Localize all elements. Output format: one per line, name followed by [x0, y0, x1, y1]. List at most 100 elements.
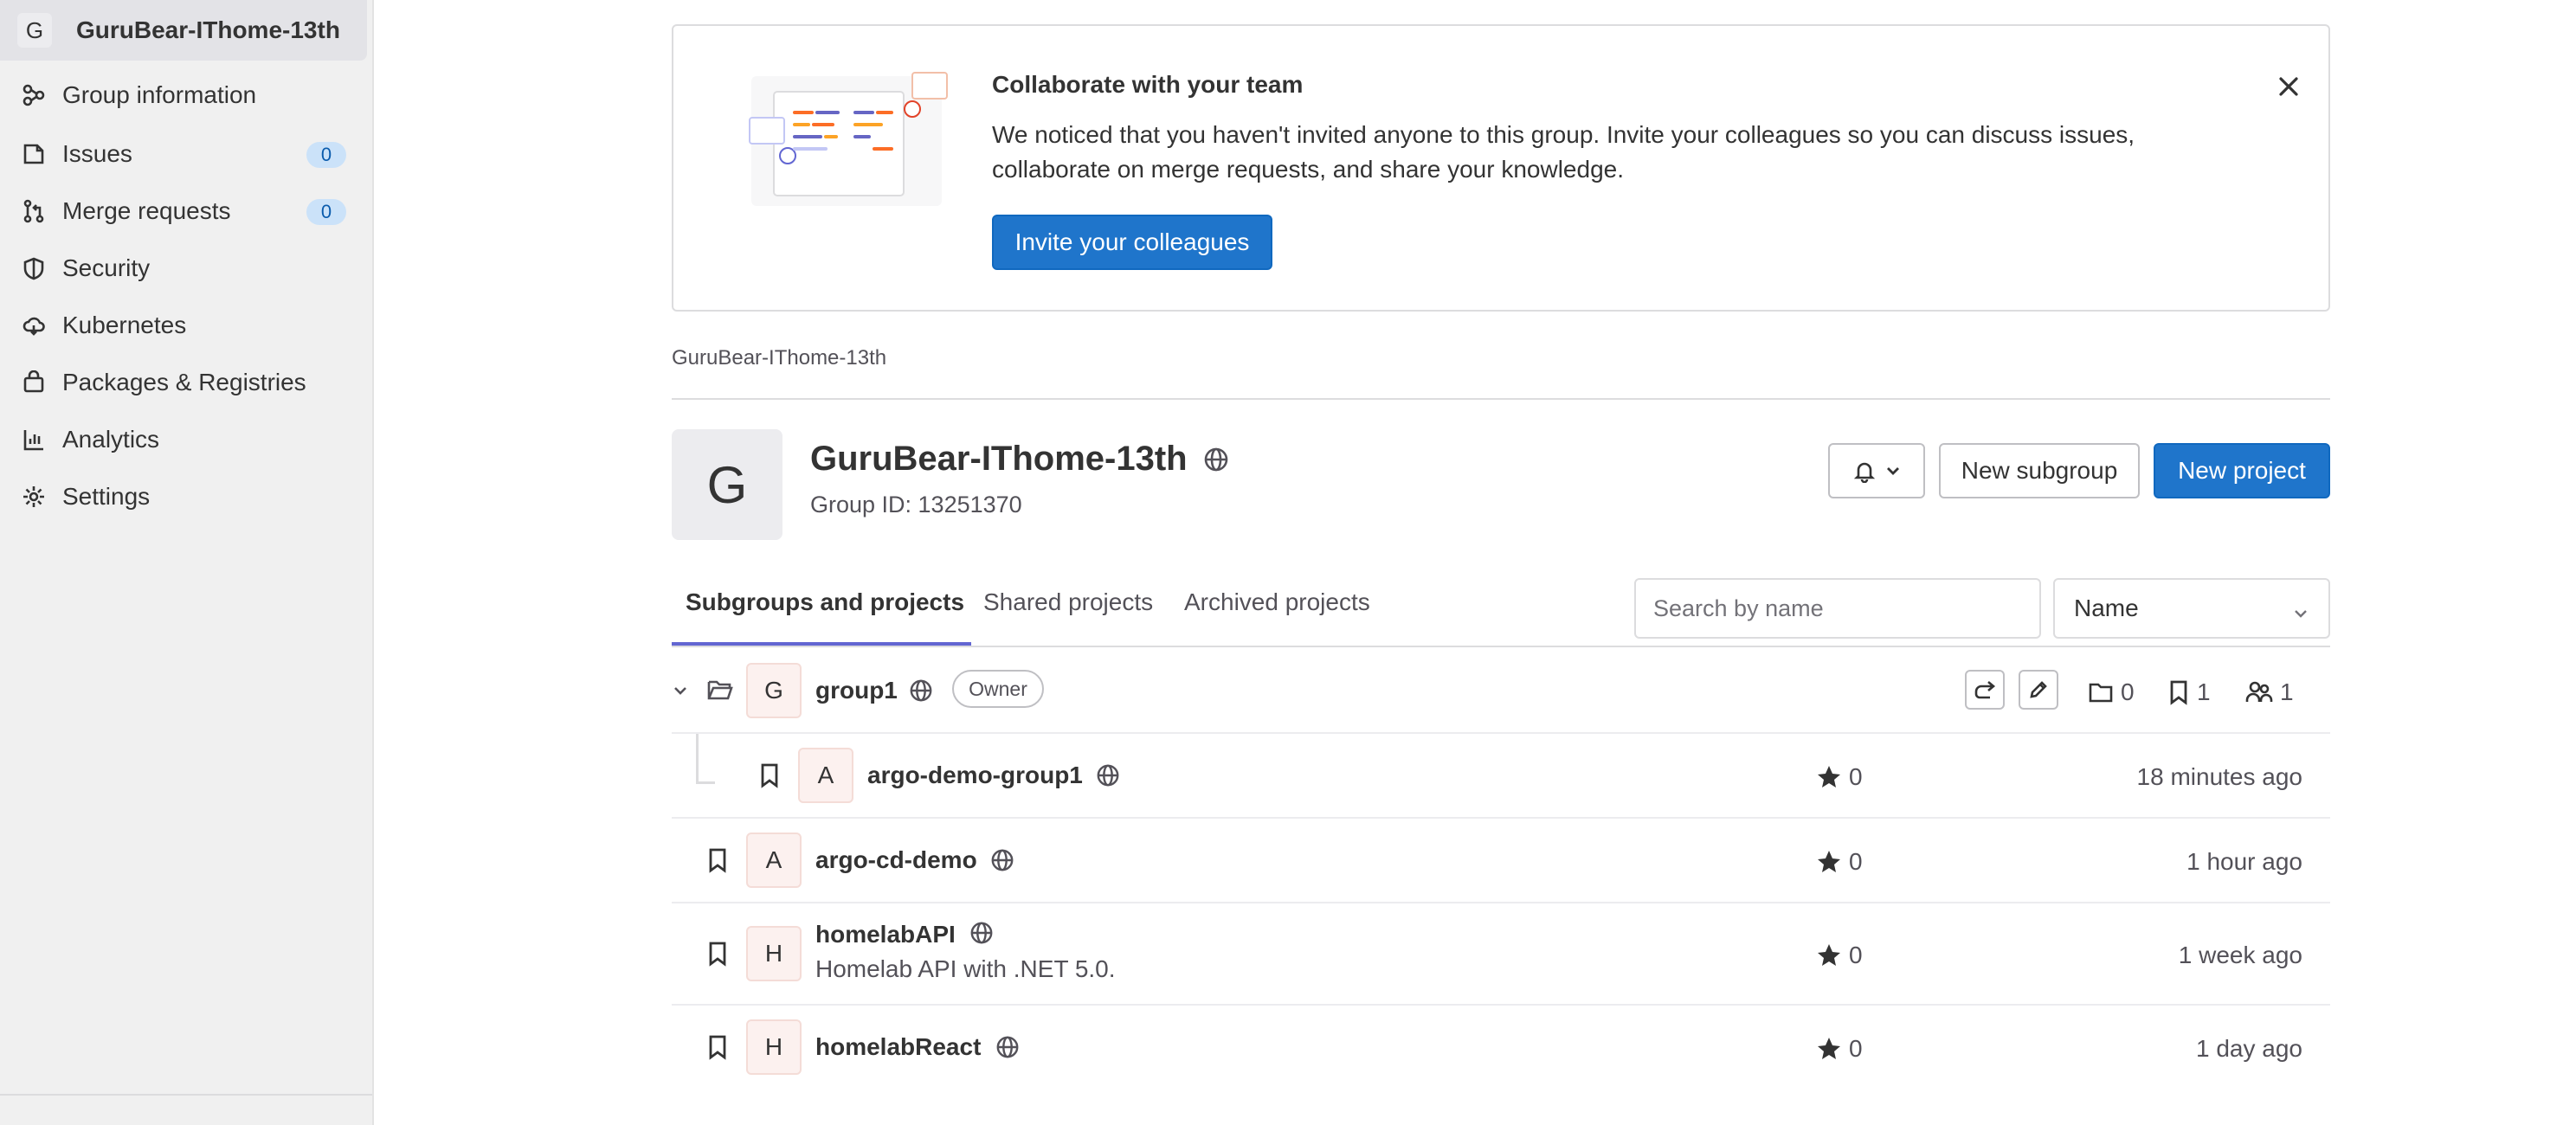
folder-icon	[2089, 683, 2113, 703]
group-id: Group ID: 13251370	[810, 492, 1022, 518]
gear-icon	[21, 484, 47, 510]
bookmark-icon	[758, 762, 781, 794]
subgroup-name[interactable]: group1	[815, 677, 898, 704]
breadcrumb-divider	[672, 398, 2330, 400]
sidebar-item-label: Analytics	[62, 426, 160, 453]
sidebar-item-security[interactable]: Security	[0, 242, 367, 294]
globe-icon	[969, 921, 994, 949]
star-icon	[1818, 944, 1840, 966]
role-badge: Owner	[952, 670, 1044, 708]
globe-icon	[1096, 763, 1120, 792]
sidebar-item-packages-registries[interactable]: Packages & Registries	[0, 357, 367, 408]
star-icon	[1818, 851, 1840, 872]
sidebar-footer-divider	[0, 1094, 372, 1096]
project-row[interactable]: H homelabAPI Homelab API with .NET 5.0. …	[672, 903, 2330, 1006]
group-title: GuruBear-IThome-13th	[810, 440, 1229, 479]
subgroup-avatar: G	[746, 663, 802, 718]
issues-icon	[21, 141, 47, 167]
project-row[interactable]: A argo-cd-demo 0 1 hour ago	[672, 819, 2330, 903]
bookmark-icon	[706, 940, 729, 972]
project-name[interactable]: argo-demo-group1	[867, 762, 1083, 789]
sidebar-group-header[interactable]: G GuruBear-IThome-13th	[0, 0, 367, 61]
star-icon	[1818, 1038, 1840, 1059]
bookmark-icon	[706, 846, 729, 878]
cloud-icon	[21, 312, 47, 338]
sidebar-item-analytics[interactable]: Analytics	[0, 414, 367, 466]
sidebar-item-label: Kubernetes	[62, 312, 187, 338]
close-icon[interactable]	[2273, 71, 2304, 102]
project-avatar: H	[746, 1019, 802, 1075]
move-subgroup-button[interactable]	[1965, 670, 2005, 710]
last-updated: 1 week ago	[2178, 942, 2302, 968]
sidebar-item-issues[interactable]: Issues 0	[0, 128, 367, 180]
new-subgroup-button[interactable]: New subgroup	[1939, 443, 2140, 498]
chevron-down-icon[interactable]	[672, 682, 689, 699]
pencil-icon	[2028, 679, 2049, 700]
project-description: Homelab API with .NET 5.0.	[815, 955, 1116, 982]
project-avatar: A	[746, 832, 802, 888]
sidebar-item-label: Merge requests	[62, 197, 231, 224]
projects-count: 1	[2167, 678, 2211, 706]
tab-subgroups-and-projects[interactable]: Subgroups and projects	[686, 588, 964, 616]
project-name[interactable]: argo-cd-demo	[815, 846, 977, 874]
merge-requests-count-badge: 0	[306, 199, 346, 225]
chevron-down-icon	[2292, 601, 2309, 628]
globe-icon	[995, 1035, 1020, 1064]
sidebar-item-label: Security	[62, 254, 151, 281]
main-content: Collaborate with your team We noticed th…	[672, 0, 2330, 1125]
star-count: 0	[1816, 763, 1863, 791]
shield-icon	[21, 255, 47, 281]
notification-settings-button[interactable]	[1828, 443, 1925, 498]
sidebar-item-label: Issues	[62, 140, 132, 167]
invite-colleagues-button[interactable]: Invite your colleagues	[992, 215, 1272, 270]
breadcrumb[interactable]: GuruBear-IThome-13th	[672, 346, 886, 370]
project-name[interactable]: homelabReact	[815, 1033, 981, 1061]
group-avatar-large: G	[672, 429, 782, 540]
sort-selected-value: Name	[2074, 595, 2139, 621]
alert-body: We noticed that you haven't invited anyo…	[992, 121, 2135, 183]
project-row[interactable]: A argo-demo-group1 0 18 minutes ago	[672, 734, 2330, 819]
sidebar: G GuruBear-IThome-13th Group information…	[0, 0, 374, 1125]
sidebar-group-name: GuruBear-IThome-13th	[76, 16, 340, 43]
sort-dropdown[interactable]: Name	[2053, 578, 2330, 639]
project-name[interactable]: homelabAPI	[815, 921, 956, 948]
package-icon	[21, 370, 47, 395]
bookmark-icon	[2170, 680, 2187, 705]
sidebar-item-label: Packages & Registries	[62, 369, 306, 395]
group-icon	[21, 82, 47, 108]
collaboration-illustration	[749, 72, 948, 206]
redo-arrow-icon	[1974, 680, 1996, 699]
sidebar-item-kubernetes[interactable]: Kubernetes	[0, 299, 367, 351]
sidebar-item-label: Settings	[62, 483, 151, 510]
globe-icon	[1203, 447, 1229, 472]
tab-shared-projects[interactable]: Shared projects	[983, 588, 1153, 616]
alert-title: Collaborate with your team	[992, 71, 1304, 98]
project-row[interactable]: H homelabReact 0 1 day ago	[672, 1006, 2330, 1090]
merge-request-icon	[21, 198, 47, 224]
members-count: 1	[2245, 678, 2294, 706]
edit-subgroup-button[interactable]	[2019, 670, 2058, 710]
chart-icon	[21, 427, 47, 453]
star-icon	[1818, 766, 1840, 788]
tab-archived-projects[interactable]: Archived projects	[1184, 588, 1370, 616]
project-avatar: H	[746, 926, 802, 981]
last-updated: 1 day ago	[2196, 1035, 2302, 1062]
issues-count-badge: 0	[306, 142, 346, 168]
subgroups-count: 0	[2088, 678, 2135, 706]
folder-open-icon	[706, 677, 734, 703]
new-project-button[interactable]: New project	[2154, 443, 2330, 498]
tabs-divider	[672, 646, 2330, 647]
sidebar-item-settings[interactable]: Settings	[0, 471, 367, 523]
sidebar-item-group-information[interactable]: Group information	[0, 69, 367, 121]
subgroup-row[interactable]: G group1 Owner 0 1 1	[672, 649, 2330, 734]
star-count: 0	[1816, 942, 1863, 969]
last-updated: 1 hour ago	[2186, 848, 2302, 875]
group-name: GuruBear-IThome-13th	[810, 440, 1188, 478]
search-input[interactable]	[1634, 578, 2041, 639]
chevron-down-icon	[1885, 463, 1901, 479]
users-icon	[2245, 681, 2273, 702]
globe-icon	[990, 848, 1014, 877]
sidebar-item-merge-requests[interactable]: Merge requests 0	[0, 185, 367, 237]
sidebar-item-label: Group information	[62, 81, 257, 108]
last-updated: 18 minutes ago	[2136, 763, 2302, 790]
